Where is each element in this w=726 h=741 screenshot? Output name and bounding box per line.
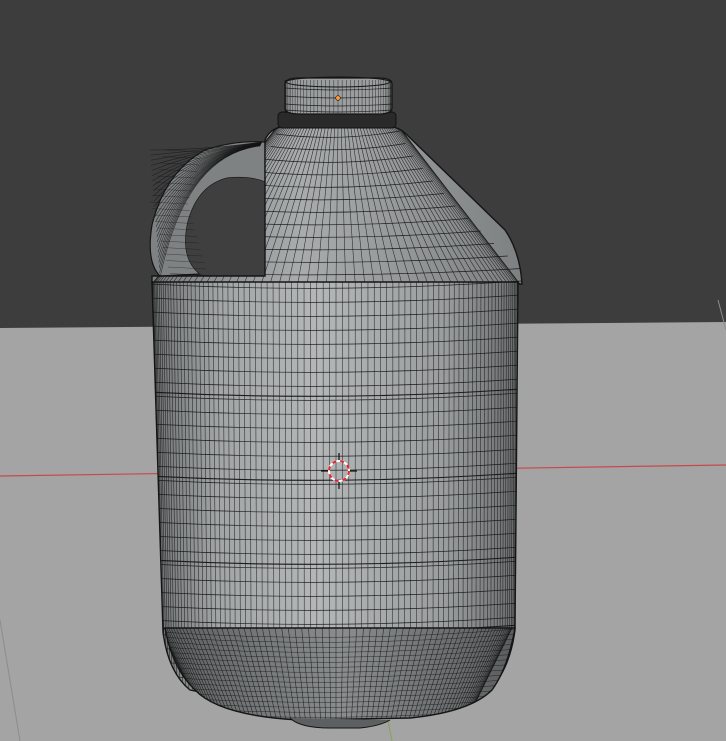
viewport-canvas[interactable]	[0, 0, 726, 741]
object-origin-icon[interactable]	[335, 95, 341, 101]
3d-viewport[interactable]	[0, 0, 726, 741]
